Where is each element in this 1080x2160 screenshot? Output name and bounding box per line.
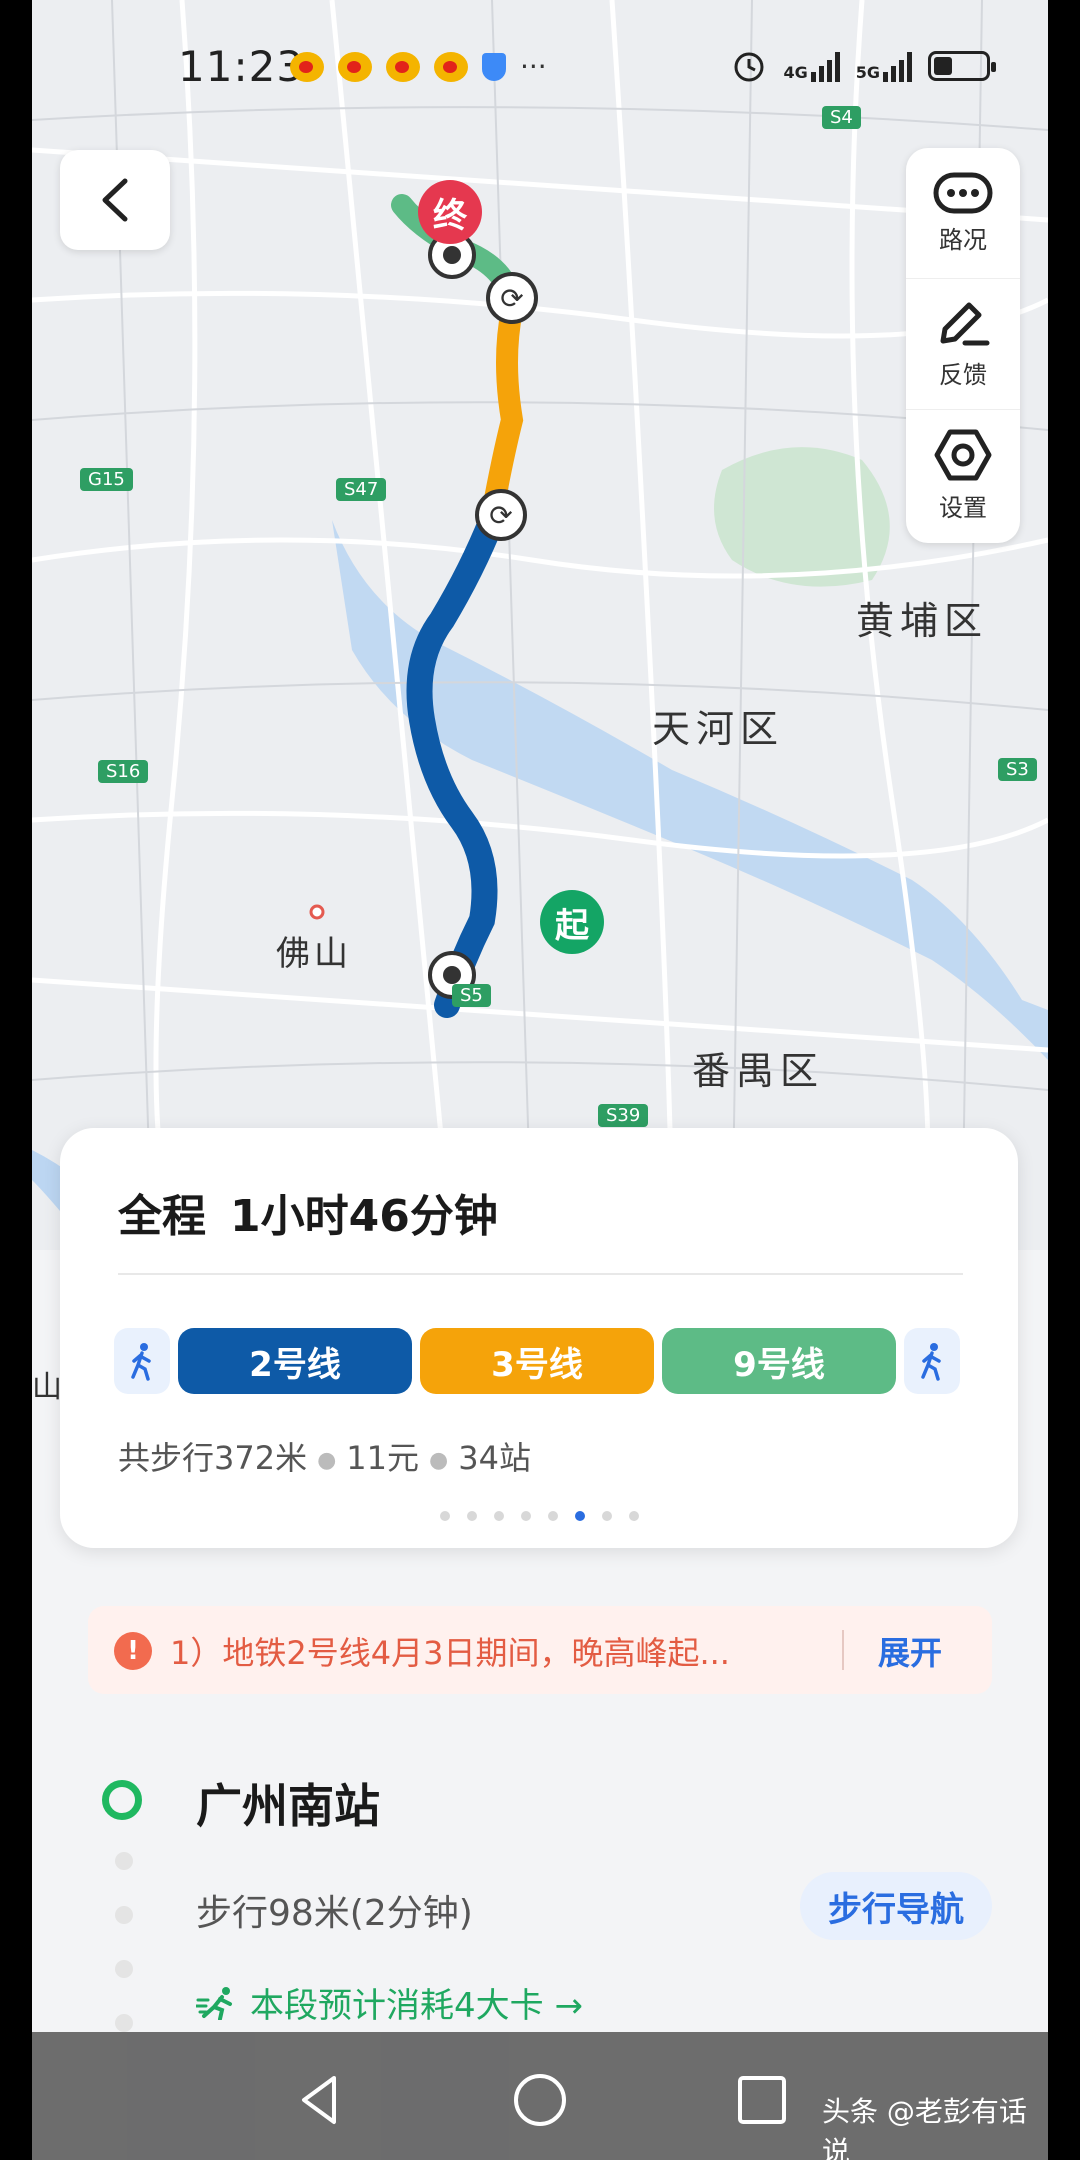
map-label-panyu: 番禺区 bbox=[692, 1049, 825, 1093]
alert-divider bbox=[842, 1630, 844, 1670]
feedback-label: 反馈 bbox=[939, 360, 987, 389]
stop-count: 34站 bbox=[458, 1439, 531, 1477]
line-3-badge: 3号线 bbox=[420, 1328, 654, 1394]
map-label-shan: 山 bbox=[32, 1370, 62, 1405]
route-summary-card[interactable]: 全程 1小时46分钟 2号线 3号线 9号线 共步行372米 ● 11元 ● 34站 bbox=[60, 1128, 1018, 1548]
nav-back-icon[interactable] bbox=[290, 2070, 350, 2130]
end-marker-pin: 终 bbox=[418, 180, 482, 244]
map-view[interactable]: ⟳ ⟳ 终 起 黄埔区 天河区 佛山 番禺区 山 S4 G15 S47 S16 bbox=[32, 0, 1048, 1405]
pager-dot bbox=[547, 1511, 558, 1521]
more-notifications-icon: ··· bbox=[520, 50, 547, 83]
start-marker-label: 起 bbox=[555, 905, 589, 946]
route-duration: 全程 1小时46分钟 bbox=[118, 1180, 498, 1244]
walk-navigation-button[interactable]: 步行导航 bbox=[800, 1872, 992, 1940]
walk-segment-info: 步行98米(2分钟) bbox=[196, 1893, 473, 1934]
battery-icon bbox=[928, 51, 996, 81]
timeline-dot bbox=[115, 1960, 133, 1978]
shield-icon bbox=[482, 52, 506, 81]
pager-dot bbox=[439, 1511, 450, 1521]
weibo-icon bbox=[434, 51, 468, 82]
walk-distance: 共步行372米 bbox=[118, 1439, 308, 1477]
settings-icon bbox=[934, 429, 992, 480]
edit-icon bbox=[940, 302, 990, 345]
svg-text:⟳: ⟳ bbox=[500, 282, 523, 315]
status-bar: 11:23 ··· 4G 5G bbox=[32, 0, 1048, 140]
timeline-dot bbox=[115, 1906, 133, 1924]
app-screen: ⟳ ⟳ 终 起 黄埔区 天河区 佛山 番禺区 山 S4 G15 S47 S16 bbox=[32, 0, 1048, 2160]
chevron-left-icon bbox=[102, 178, 128, 222]
road-shield-s5: S5 bbox=[452, 984, 491, 1007]
pager-dot bbox=[601, 1511, 612, 1521]
timeline-dot bbox=[115, 1852, 133, 1870]
signal-4g-icon: 4G bbox=[783, 50, 840, 82]
back-button[interactable] bbox=[60, 150, 170, 250]
line-2-badge: 2号线 bbox=[178, 1328, 412, 1394]
timeline-dot bbox=[115, 2014, 133, 2032]
road-shield-g15: G15 bbox=[80, 468, 133, 491]
road-shield-s47: S47 bbox=[336, 478, 387, 501]
nav-home-icon[interactable] bbox=[510, 2070, 570, 2130]
road-shield-s39: S39 bbox=[598, 1104, 649, 1127]
fare: 11元 bbox=[346, 1439, 420, 1477]
traffic-icon bbox=[933, 172, 993, 213]
calorie-link[interactable]: 本段预计消耗4大卡 → bbox=[196, 1978, 583, 2027]
traffic-button[interactable]: 路况 bbox=[906, 148, 1020, 279]
pager-dot-active bbox=[574, 1511, 585, 1521]
weibo-icon bbox=[386, 51, 420, 82]
map-tools-panel: 路况 反馈 设置 bbox=[906, 148, 1020, 543]
start-marker-pin: 起 bbox=[540, 890, 604, 954]
walk-end-icon bbox=[904, 1328, 960, 1394]
map-label-foshan: 佛山 bbox=[276, 934, 352, 974]
running-icon bbox=[196, 1986, 232, 2020]
nav-recents-icon[interactable] bbox=[732, 2070, 792, 2130]
service-alert-banner[interactable]: ! 1）地铁2号线4月3日期间，晚高峰起... 展开 bbox=[88, 1606, 992, 1694]
signal-5g-icon: 5G bbox=[856, 50, 912, 82]
start-station-icon bbox=[102, 1780, 142, 1820]
alert-text: 1）地铁2号线4月3日期间，晚高峰起... bbox=[170, 1634, 730, 1672]
end-marker-label: 终 bbox=[433, 195, 467, 236]
traffic-label: 路况 bbox=[939, 225, 987, 254]
settings-button[interactable]: 设置 bbox=[906, 410, 1020, 540]
pager-dot bbox=[628, 1511, 639, 1521]
card-divider bbox=[118, 1273, 963, 1275]
route-summary-text: 共步行372米 ● 11元 ● 34站 bbox=[118, 1439, 531, 1477]
road-shield-s16: S16 bbox=[98, 760, 149, 783]
pager-dot bbox=[466, 1511, 477, 1521]
map-label-tianhe: 天河区 bbox=[652, 707, 785, 751]
line-9-badge: 9号线 bbox=[662, 1328, 896, 1394]
pager-dot bbox=[520, 1511, 531, 1521]
walk-start-icon bbox=[114, 1328, 170, 1394]
calorie-text: 本段预计消耗4大卡 → bbox=[250, 1986, 583, 2026]
feedback-button[interactable]: 反馈 bbox=[906, 279, 1020, 410]
road-shield-s3: S3 bbox=[998, 758, 1037, 781]
route-pager[interactable] bbox=[60, 1511, 1018, 1521]
status-right-icons: 4G 5G bbox=[731, 48, 996, 84]
route-prefix: 全程 bbox=[118, 1191, 206, 1242]
alert-icon: ! bbox=[114, 1632, 152, 1670]
alert-expand-button[interactable]: 展开 bbox=[878, 1628, 942, 1674]
weibo-icon bbox=[290, 51, 324, 82]
watermark: 头条 @老彭有话说 bbox=[822, 2095, 1027, 2160]
map-label-huangpu: 黄埔区 bbox=[856, 599, 989, 643]
alarm-icon bbox=[734, 52, 764, 82]
pager-dot bbox=[493, 1511, 504, 1521]
svg-text:⟳: ⟳ bbox=[489, 499, 512, 532]
settings-label: 设置 bbox=[939, 493, 987, 522]
route-line-sequence: 2号线 3号线 9号线 bbox=[114, 1328, 964, 1394]
status-time: 11:23 bbox=[178, 42, 305, 91]
start-station-name: 广州南站 bbox=[196, 1779, 380, 1833]
route-duration-value: 1小时46分钟 bbox=[230, 1191, 498, 1242]
weibo-icon bbox=[338, 51, 372, 82]
status-notification-icons: ··· bbox=[290, 50, 547, 83]
